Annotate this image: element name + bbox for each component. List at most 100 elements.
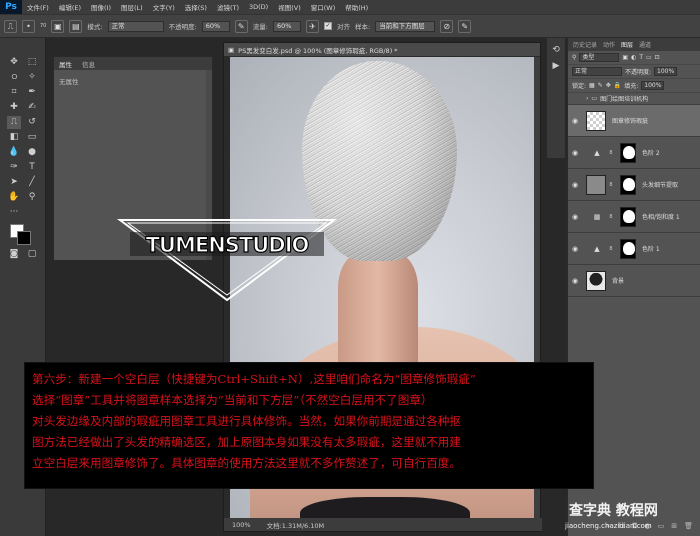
menu-select[interactable]: 选择(S) bbox=[180, 2, 212, 12]
layer-mask-thumbnail[interactable] bbox=[620, 206, 636, 227]
marquee-tool-icon[interactable]: ⬚ bbox=[25, 56, 39, 69]
blur-tool-icon[interactable]: 💧 bbox=[7, 146, 21, 159]
tab-info[interactable]: 信息 bbox=[82, 59, 95, 69]
aligned-checkbox[interactable]: ✓ bbox=[323, 22, 332, 30]
menu-image[interactable]: 图像(I) bbox=[86, 2, 116, 12]
clone-source-panel-icon[interactable]: ▤ bbox=[69, 19, 83, 33]
tab-channels[interactable]: 通道 bbox=[639, 40, 651, 49]
layer-row[interactable]: ◉ ▲ 8 色阶 1 bbox=[568, 233, 700, 265]
screen-mode-icon[interactable]: ▢ bbox=[25, 248, 39, 261]
pen-tool-icon[interactable]: ✑ bbox=[7, 161, 21, 174]
layer-row[interactable]: ◉ ▦ 8 色相/饱和度 1 bbox=[568, 201, 700, 233]
layer-name: 背景 bbox=[612, 278, 625, 285]
visibility-eye-icon[interactable]: ◉ bbox=[568, 213, 582, 221]
menu-edit[interactable]: 编辑(E) bbox=[54, 2, 86, 12]
lock-all-icon[interactable]: 🔒 bbox=[614, 82, 621, 89]
filter-pixel-icon[interactable]: ▣ bbox=[622, 54, 628, 61]
menu-filter[interactable]: 滤镜(T) bbox=[212, 2, 244, 12]
history-panel-icon[interactable]: ⟲ bbox=[549, 44, 563, 57]
clone-stamp-preset-icon[interactable]: ⎍ bbox=[4, 19, 17, 33]
document-title: PS黑发变白发.psd @ 100% (图章修饰瑕疵, RGB/8) * bbox=[238, 46, 398, 55]
lock-image-icon[interactable]: ✎ bbox=[598, 82, 603, 89]
blend-mode-select[interactable]: 正常 bbox=[572, 67, 622, 76]
menu-3d[interactable]: 3D(D) bbox=[244, 3, 273, 11]
opacity-label: 不透明度: bbox=[168, 23, 197, 31]
crop-tool-icon[interactable]: ⌗ bbox=[7, 86, 21, 99]
layer-filter-select[interactable]: 类型 bbox=[579, 53, 620, 62]
eyedropper-tool-icon[interactable]: ✒ bbox=[25, 86, 39, 99]
layer-opacity-field[interactable]: 100% bbox=[654, 67, 678, 76]
layer-row[interactable]: ◉ 图章修饰瑕疵 bbox=[568, 105, 700, 137]
mask-link-icon[interactable]: 8 bbox=[608, 182, 614, 188]
brush-preset-picker-icon[interactable]: • bbox=[22, 19, 35, 33]
lock-pixels-icon[interactable]: ▦ bbox=[589, 82, 595, 89]
zoom-tool-icon[interactable]: ⚲ bbox=[25, 191, 39, 204]
move-tool-icon[interactable]: ✥ bbox=[7, 56, 21, 69]
type-tool-icon[interactable]: T bbox=[25, 161, 39, 174]
menu-layer[interactable]: 图层(L) bbox=[116, 2, 148, 12]
filter-adjustment-icon[interactable]: ◐ bbox=[631, 54, 636, 61]
tab-layers[interactable]: 图层 bbox=[621, 40, 633, 49]
opacity-field[interactable]: 60% bbox=[201, 20, 230, 32]
flow-field[interactable]: 60% bbox=[272, 20, 301, 32]
brush-panel-toggle-icon[interactable]: ▣ bbox=[51, 19, 65, 33]
mode-select[interactable]: 正常 bbox=[107, 20, 164, 32]
airbrush-icon[interactable]: ✈ bbox=[305, 19, 319, 33]
pressure-size-icon[interactable]: ✎ bbox=[458, 19, 472, 33]
caption-line: 立空白层来用图章修饰了。具体图章的使用方法这里就不多作赘述了，可自行百度。 bbox=[32, 456, 461, 470]
sample-select[interactable]: 当前和下方图层 bbox=[375, 20, 436, 32]
expand-arrow-icon[interactable]: › bbox=[586, 95, 588, 102]
brush-tool-icon[interactable]: ✍ bbox=[25, 101, 39, 114]
clone-stamp-tool-icon[interactable]: ⎍ bbox=[7, 116, 21, 129]
eraser-tool-icon[interactable]: ◧ bbox=[7, 131, 21, 144]
layer-group[interactable]: › ▭ 图门绘图培训机构 bbox=[568, 93, 700, 105]
document-tab[interactable]: ▣ PS黑发变白发.psd @ 100% (图章修饰瑕疵, RGB/8) * bbox=[224, 43, 540, 56]
filter-smart-icon[interactable]: ⊡ bbox=[655, 54, 660, 61]
menu-window[interactable]: 窗口(W) bbox=[306, 2, 341, 12]
actions-panel-icon[interactable]: ▶ bbox=[549, 60, 563, 73]
mask-link-icon[interactable]: 8 bbox=[608, 214, 614, 220]
filter-shape-icon[interactable]: ▭ bbox=[646, 54, 652, 61]
lasso-tool-icon[interactable]: ഠ bbox=[7, 71, 21, 84]
visibility-eye-icon[interactable]: ◉ bbox=[568, 149, 582, 157]
tab-history[interactable]: 历史记录 bbox=[573, 40, 597, 49]
dodge-tool-icon[interactable]: ● bbox=[25, 146, 39, 159]
mask-link-icon[interactable]: 8 bbox=[608, 150, 614, 156]
quick-select-tool-icon[interactable]: ✧ bbox=[25, 71, 39, 84]
visibility-eye-icon[interactable]: ◉ bbox=[568, 277, 582, 285]
filter-type-icon[interactable]: T bbox=[639, 54, 643, 61]
zoom-level[interactable]: 100% bbox=[232, 521, 251, 529]
layer-row[interactable]: ◉ 背景 bbox=[568, 265, 700, 297]
quick-mask-icon[interactable]: ◙ bbox=[7, 248, 21, 261]
tab-properties[interactable]: 属性 bbox=[59, 59, 72, 69]
layer-mask-thumbnail[interactable] bbox=[620, 174, 636, 195]
history-brush-tool-icon[interactable]: ↺ bbox=[25, 116, 39, 129]
layer-row[interactable]: ◉ 8 头发细节提取 bbox=[568, 169, 700, 201]
menu-help[interactable]: 帮助(H) bbox=[340, 2, 373, 12]
visibility-eye-icon[interactable]: ◉ bbox=[568, 117, 582, 125]
layer-mask-thumbnail[interactable] bbox=[620, 238, 636, 259]
healing-brush-tool-icon[interactable]: ✚ bbox=[7, 101, 21, 114]
caption-line: 对头发边缘及内部的瑕疵用图章工具进行具体修饰。当然，如果你前期是通过各种抠 bbox=[32, 414, 461, 428]
menu-type[interactable]: 文字(Y) bbox=[148, 2, 180, 12]
layer-name: 色阶 1 bbox=[642, 246, 660, 253]
menu-bar: Ps 文件(F) 编辑(E) 图像(I) 图层(L) 文字(Y) 选择(S) 滤… bbox=[0, 0, 700, 14]
mask-link-icon[interactable]: 8 bbox=[608, 246, 614, 252]
more-tools-icon[interactable]: ··· bbox=[7, 206, 21, 219]
gradient-tool-icon[interactable]: ▭ bbox=[25, 131, 39, 144]
path-selection-tool-icon[interactable]: ➤ bbox=[7, 176, 21, 189]
layer-fill-field[interactable]: 100% bbox=[641, 81, 665, 90]
ignore-adjustment-layers-icon[interactable]: ⊘ bbox=[440, 19, 454, 33]
tab-actions[interactable]: 动作 bbox=[603, 40, 615, 49]
visibility-eye-icon[interactable]: ◉ bbox=[568, 245, 582, 253]
hand-tool-icon[interactable]: ✋ bbox=[7, 191, 21, 204]
background-color-swatch[interactable] bbox=[17, 231, 31, 245]
lock-position-icon[interactable]: ✥ bbox=[606, 82, 611, 89]
visibility-eye-icon[interactable]: ◉ bbox=[568, 181, 582, 189]
pressure-opacity-icon[interactable]: ✎ bbox=[234, 19, 248, 33]
menu-view[interactable]: 视图(V) bbox=[273, 2, 306, 12]
line-tool-icon[interactable]: ╱ bbox=[25, 176, 39, 189]
layer-mask-thumbnail[interactable] bbox=[620, 142, 636, 163]
menu-file[interactable]: 文件(F) bbox=[22, 2, 54, 12]
layer-row[interactable]: ◉ ▲ 8 色阶 2 bbox=[568, 137, 700, 169]
